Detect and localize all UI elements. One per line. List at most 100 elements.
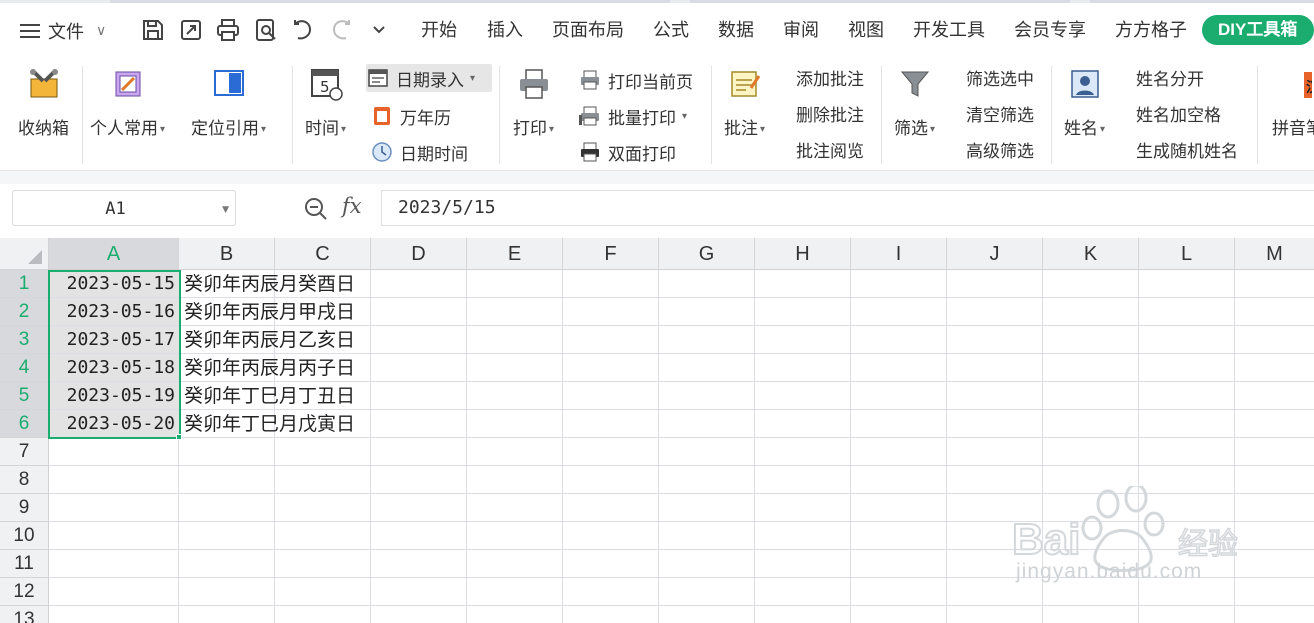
name-box[interactable]: A1 ▼ bbox=[12, 190, 236, 226]
dropdown-arrow-icon: ▾ bbox=[261, 123, 267, 135]
dropdown-arrow-icon[interactable]: ▼ bbox=[222, 205, 229, 215]
time-button[interactable]: 5 时间 ▾ bbox=[305, 66, 346, 139]
batch-print-button[interactable]: 批量打印 ▾ bbox=[578, 102, 687, 130]
tab-review[interactable]: 审阅 bbox=[783, 19, 819, 43]
row-header-2[interactable]: 2 bbox=[0, 298, 49, 326]
customize-dropdown-icon[interactable] bbox=[366, 17, 392, 43]
split-name-button[interactable]: 姓名分开 bbox=[1136, 68, 1204, 92]
column-header-l[interactable]: L bbox=[1139, 238, 1235, 270]
cell-a6[interactable]: 2023-05-20 bbox=[50, 410, 179, 437]
storage-button[interactable]: 收纳箱 bbox=[18, 66, 69, 139]
formula-input[interactable]: 2023/5/15 bbox=[381, 190, 1314, 226]
tab-page-layout[interactable]: 页面布局 bbox=[552, 19, 624, 43]
random-name-button[interactable]: 生成随机姓名 bbox=[1136, 140, 1238, 164]
tab-fangfang[interactable]: 方方格子 bbox=[1115, 19, 1187, 43]
column-header-k[interactable]: K bbox=[1043, 238, 1139, 270]
filter-button[interactable]: 筛选 ▾ bbox=[894, 66, 935, 139]
row-header-6[interactable]: 6 bbox=[0, 410, 49, 438]
tab-member[interactable]: 会员专享 bbox=[1014, 19, 1086, 43]
tab-insert[interactable]: 插入 bbox=[487, 19, 523, 43]
advanced-filter-button[interactable]: 高级筛选 bbox=[966, 140, 1034, 164]
locate-reference-button[interactable]: 定位引用 ▾ bbox=[191, 66, 266, 139]
date-entry-button[interactable]: 日期录入 ▾ bbox=[366, 64, 492, 92]
dropdown-arrow-icon: ▾ bbox=[760, 123, 766, 135]
row-header-11[interactable]: 11 bbox=[0, 550, 49, 578]
row-header-4[interactable]: 4 bbox=[0, 354, 49, 382]
print-button[interactable]: 打印 ▾ bbox=[513, 66, 554, 139]
personal-common-button[interactable]: 个人常用 ▾ bbox=[90, 66, 165, 139]
file-menu-label: 文件 bbox=[48, 22, 84, 43]
tab-view[interactable]: 视图 bbox=[848, 19, 884, 43]
tab-home[interactable]: 开始 bbox=[421, 19, 457, 43]
column-header-i[interactable]: I bbox=[851, 238, 947, 270]
row-header-8[interactable]: 8 bbox=[0, 466, 49, 494]
date-entry-label: 日期录入 bbox=[396, 70, 464, 91]
delete-comment-button[interactable]: 删除批注 bbox=[796, 104, 864, 128]
tab-diy-toolbox[interactable]: DIY工具箱 bbox=[1202, 15, 1314, 45]
cell-b6[interactable]: 癸卯年丁巳月戊寅日 bbox=[181, 410, 355, 438]
print-label: 打印 bbox=[513, 119, 547, 139]
column-header-m[interactable]: M bbox=[1235, 238, 1314, 270]
row-header-7[interactable]: 7 bbox=[0, 438, 49, 466]
cell-b5[interactable]: 癸卯年丁巳月丁丑日 bbox=[181, 382, 355, 410]
zoom-search-icon[interactable] bbox=[303, 196, 329, 222]
cell-a1[interactable]: 2023-05-15 bbox=[50, 270, 179, 297]
duplex-print-icon bbox=[578, 140, 602, 164]
cell-a4[interactable]: 2023-05-18 bbox=[50, 354, 179, 381]
comment-button[interactable]: 批注 ▾ bbox=[724, 66, 765, 139]
add-comment-button[interactable]: 添加批注 bbox=[796, 68, 864, 92]
formula-value: 2023/5/15 bbox=[398, 197, 496, 218]
column-header-d[interactable]: D bbox=[371, 238, 467, 270]
tab-developer[interactable]: 开发工具 bbox=[913, 19, 985, 43]
cell-a5[interactable]: 2023-05-19 bbox=[50, 382, 179, 409]
column-header-b[interactable]: B bbox=[179, 238, 275, 270]
name-button[interactable]: 姓名 ▾ bbox=[1064, 66, 1105, 139]
filter-selected-button[interactable]: 筛选选中 bbox=[966, 68, 1034, 92]
pinyin-button[interactable]: 汉 拼音笔 bbox=[1272, 66, 1314, 139]
printer-icon[interactable] bbox=[215, 17, 241, 43]
column-header-j[interactable]: J bbox=[947, 238, 1043, 270]
locate-icon bbox=[211, 66, 247, 102]
file-menu[interactable]: 文件 ∨ bbox=[20, 17, 106, 45]
cell-b3[interactable]: 癸卯年丙辰月乙亥日 bbox=[181, 326, 355, 354]
row-header-1[interactable]: 1 bbox=[0, 270, 49, 298]
cell-b4[interactable]: 癸卯年丙辰月丙子日 bbox=[181, 354, 355, 382]
tab-data[interactable]: 数据 bbox=[718, 19, 754, 43]
perpetual-calendar-button[interactable]: 万年历 bbox=[370, 102, 451, 130]
cell-b1[interactable]: 癸卯年丙辰月癸酉日 bbox=[181, 270, 355, 298]
column-header-f[interactable]: F bbox=[563, 238, 659, 270]
row-header-9[interactable]: 9 bbox=[0, 494, 49, 522]
redo-icon[interactable] bbox=[328, 17, 354, 43]
print-current-page-button[interactable]: 打印当前页 bbox=[578, 66, 693, 94]
duplex-print-button[interactable]: 双面打印 bbox=[578, 138, 676, 166]
row-header-10[interactable]: 10 bbox=[0, 522, 49, 550]
column-header-e[interactable]: E bbox=[467, 238, 563, 270]
perpetual-calendar-label: 万年历 bbox=[400, 108, 451, 129]
save-icon[interactable] bbox=[140, 17, 166, 43]
column-header-g[interactable]: G bbox=[659, 238, 755, 270]
column-header-a[interactable]: A bbox=[49, 238, 179, 270]
select-all-corner[interactable] bbox=[0, 238, 49, 270]
row-header-13[interactable]: 13 bbox=[0, 606, 49, 623]
column-header-c[interactable]: C bbox=[275, 238, 371, 270]
print-preview-icon[interactable] bbox=[253, 17, 279, 43]
fill-handle[interactable] bbox=[176, 434, 182, 440]
row-header-3[interactable]: 3 bbox=[0, 326, 49, 354]
cell-a3[interactable]: 2023-05-17 bbox=[50, 326, 179, 353]
function-icon[interactable]: fx bbox=[342, 194, 362, 218]
name-add-space-button[interactable]: 姓名加空格 bbox=[1136, 104, 1221, 128]
cell-reference: A1 bbox=[105, 199, 126, 219]
grid-line bbox=[754, 270, 755, 623]
row-header-5[interactable]: 5 bbox=[0, 382, 49, 410]
column-header-h[interactable]: H bbox=[755, 238, 851, 270]
tab-formulas[interactable]: 公式 bbox=[653, 19, 689, 43]
filter-label: 筛选 bbox=[894, 119, 928, 139]
export-icon[interactable] bbox=[178, 17, 204, 43]
view-comment-button[interactable]: 批注阅览 bbox=[796, 140, 864, 164]
cell-b2[interactable]: 癸卯年丙辰月甲戌日 bbox=[181, 298, 355, 326]
undo-icon[interactable] bbox=[290, 17, 316, 43]
datetime-button[interactable]: 日期时间 bbox=[370, 138, 468, 166]
row-header-12[interactable]: 12 bbox=[0, 578, 49, 606]
clear-filter-button[interactable]: 清空筛选 bbox=[966, 104, 1034, 128]
cell-a2[interactable]: 2023-05-16 bbox=[50, 298, 179, 325]
